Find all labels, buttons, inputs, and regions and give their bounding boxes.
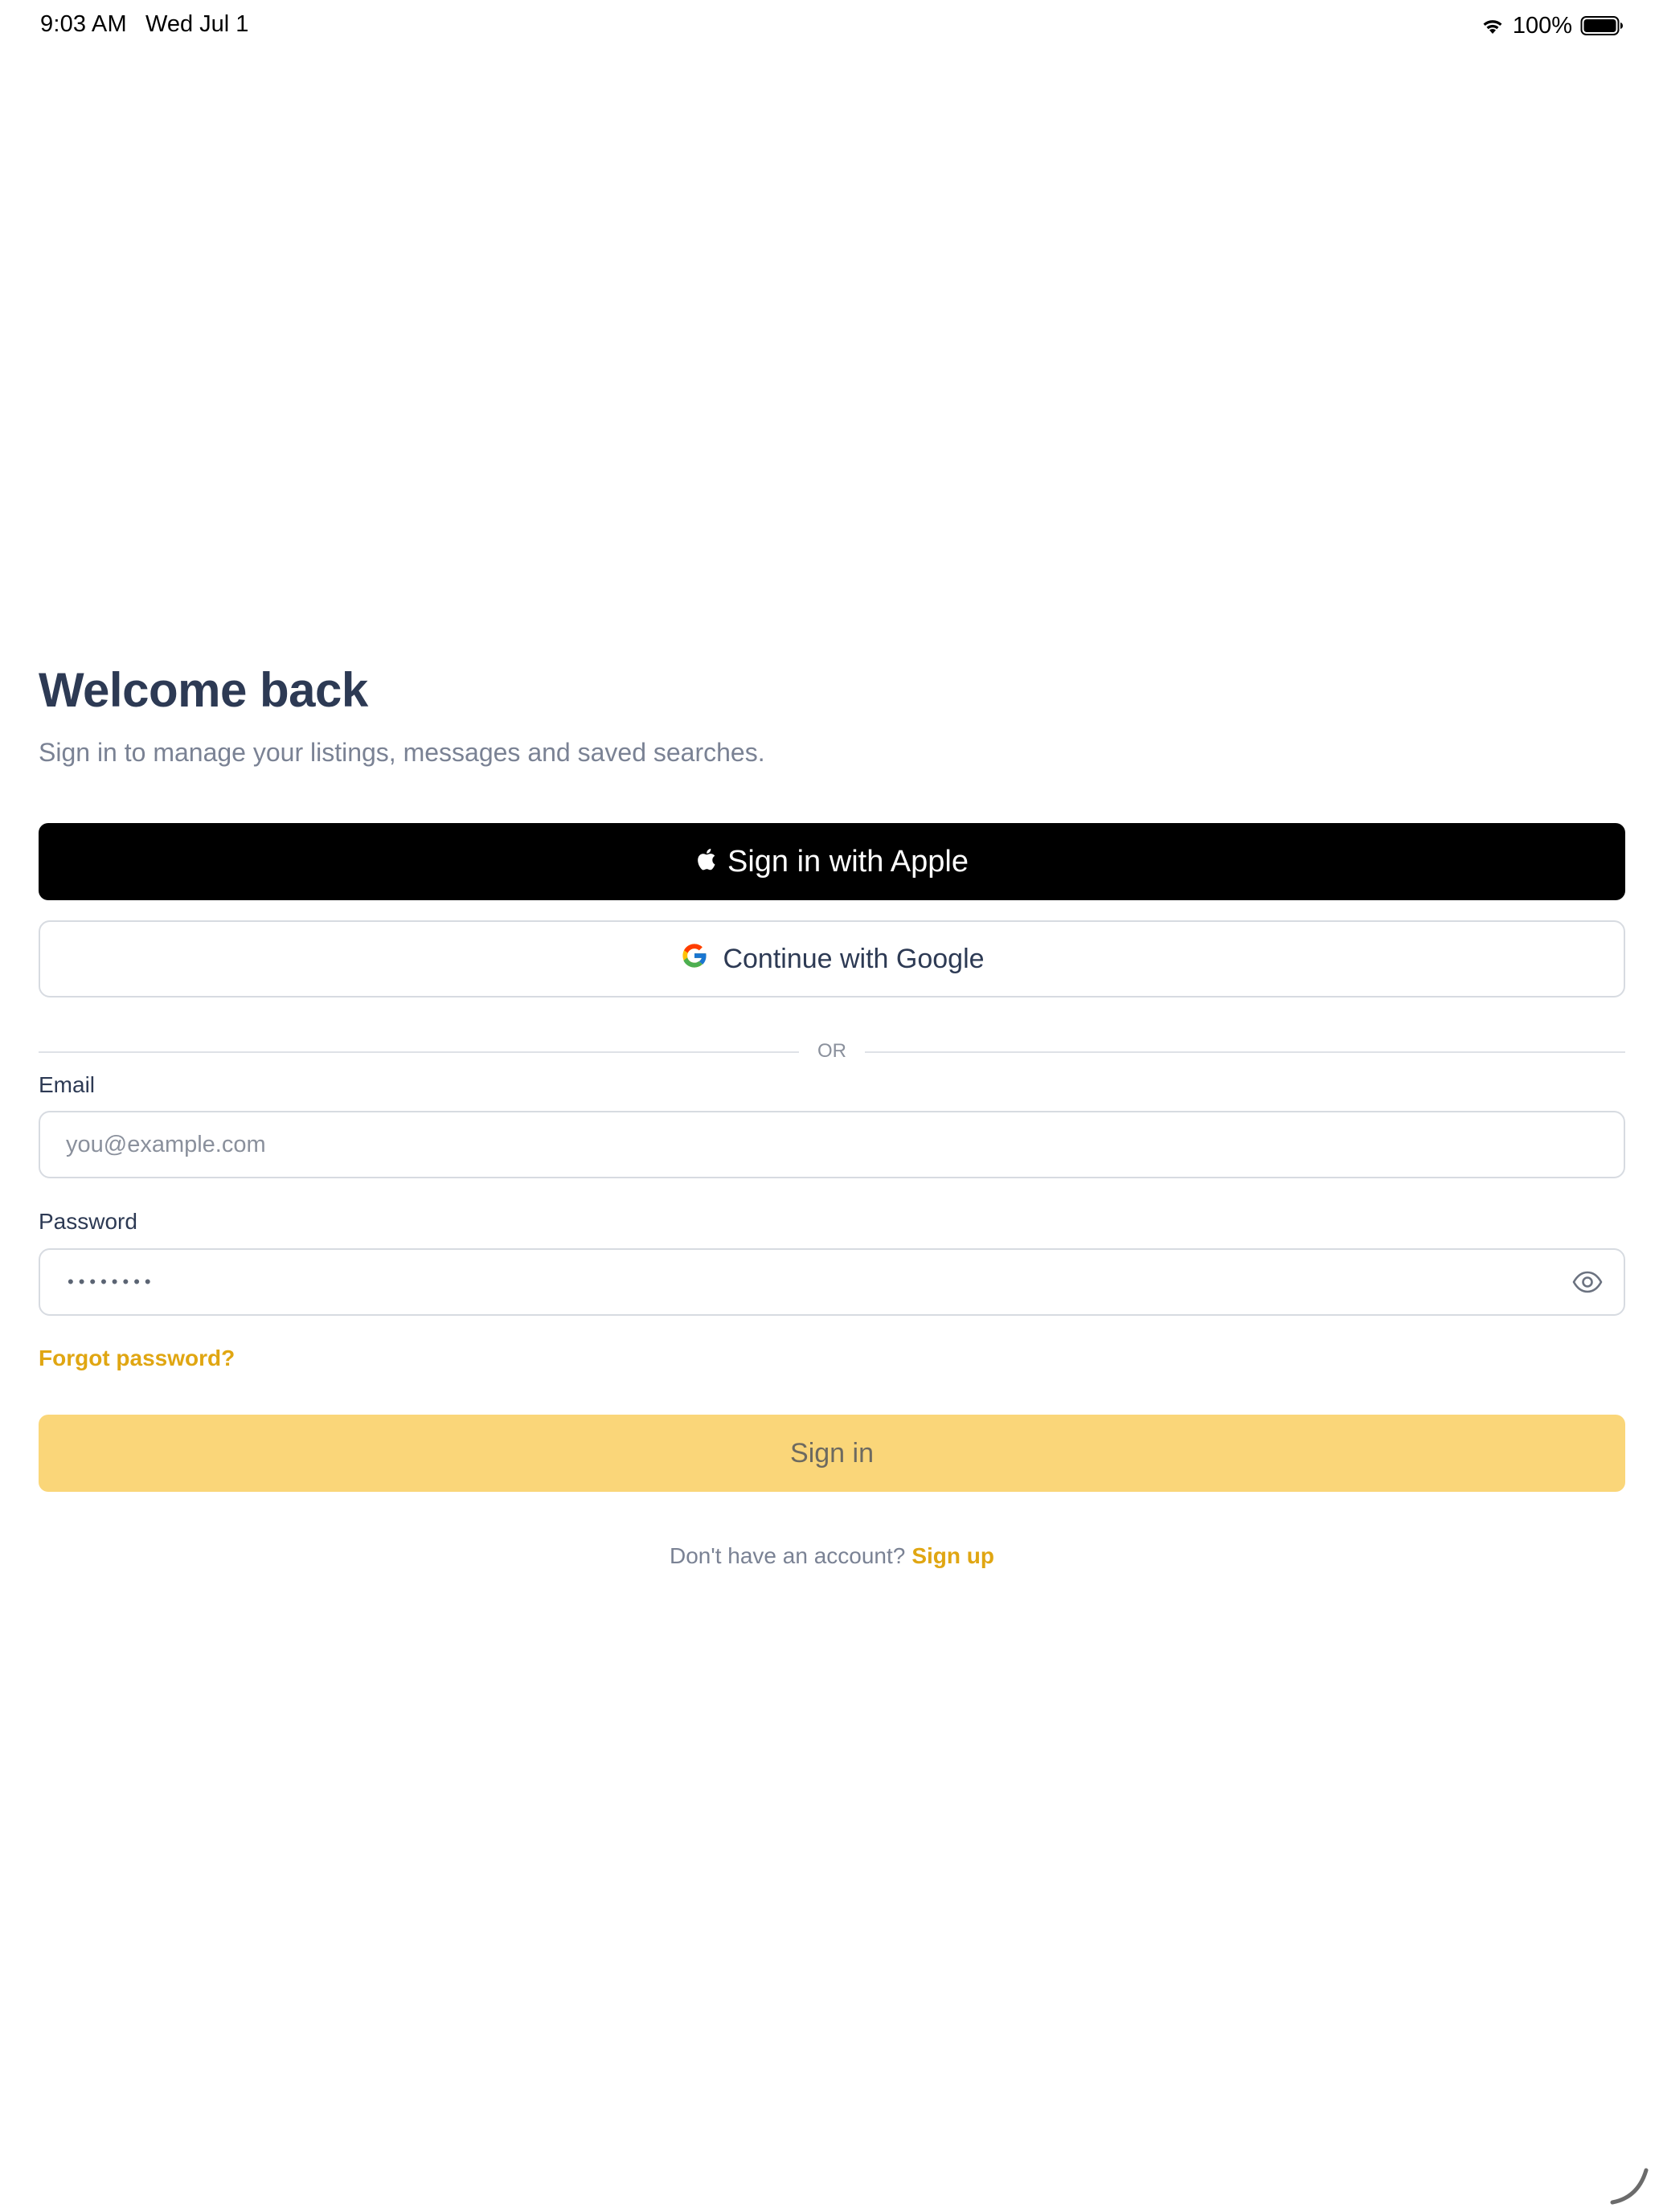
- page-subtitle: Sign in to manage your listings, message…: [39, 738, 765, 767]
- google-button-label: Continue with Google: [723, 943, 985, 974]
- continue-with-google-button[interactable]: Continue with Google: [39, 920, 1625, 997]
- divider-line: [39, 1051, 799, 1053]
- email-field[interactable]: you@example.com: [39, 1111, 1625, 1178]
- apple-logo-icon: [695, 845, 716, 879]
- status-time: 9:03 AM: [40, 11, 127, 37]
- email-label: Email: [39, 1072, 96, 1097]
- battery-full-icon: [1580, 15, 1624, 36]
- password-value: ••••••••: [68, 1272, 156, 1292]
- signup-prompt: Don't have an account?: [670, 1543, 906, 1568]
- page-title: Welcome back: [39, 663, 368, 717]
- status-bar: 9:03 AM Wed Jul 1 100%: [0, 0, 1659, 51]
- or-divider: OR: [39, 1035, 1625, 1067]
- wifi-icon: [1481, 16, 1505, 35]
- sign-up-link[interactable]: Sign up: [911, 1543, 994, 1568]
- apple-button-label: Sign in with Apple: [727, 844, 969, 879]
- status-right: 100%: [1481, 10, 1624, 42]
- google-logo-icon: [679, 940, 710, 978]
- resize-handle-icon[interactable]: [1609, 2165, 1649, 2206]
- status-date: Wed Jul 1: [145, 11, 249, 37]
- forgot-password-link[interactable]: Forgot password?: [39, 1346, 235, 1371]
- battery-percent: 100%: [1512, 12, 1572, 39]
- divider-text: OR: [817, 1040, 846, 1062]
- eye-icon[interactable]: [1572, 1269, 1603, 1295]
- password-label: Password: [39, 1209, 137, 1234]
- signup-row: Don't have an account? Sign up: [39, 1543, 1625, 1569]
- sign-in-with-apple-button[interactable]: Sign in with Apple: [39, 823, 1625, 900]
- sign-in-button-label: Sign in: [790, 1437, 874, 1469]
- email-placeholder: you@example.com: [66, 1132, 266, 1157]
- sign-in-button[interactable]: Sign in: [39, 1415, 1625, 1492]
- password-field[interactable]: ••••••••: [39, 1248, 1625, 1316]
- divider-line: [865, 1051, 1625, 1053]
